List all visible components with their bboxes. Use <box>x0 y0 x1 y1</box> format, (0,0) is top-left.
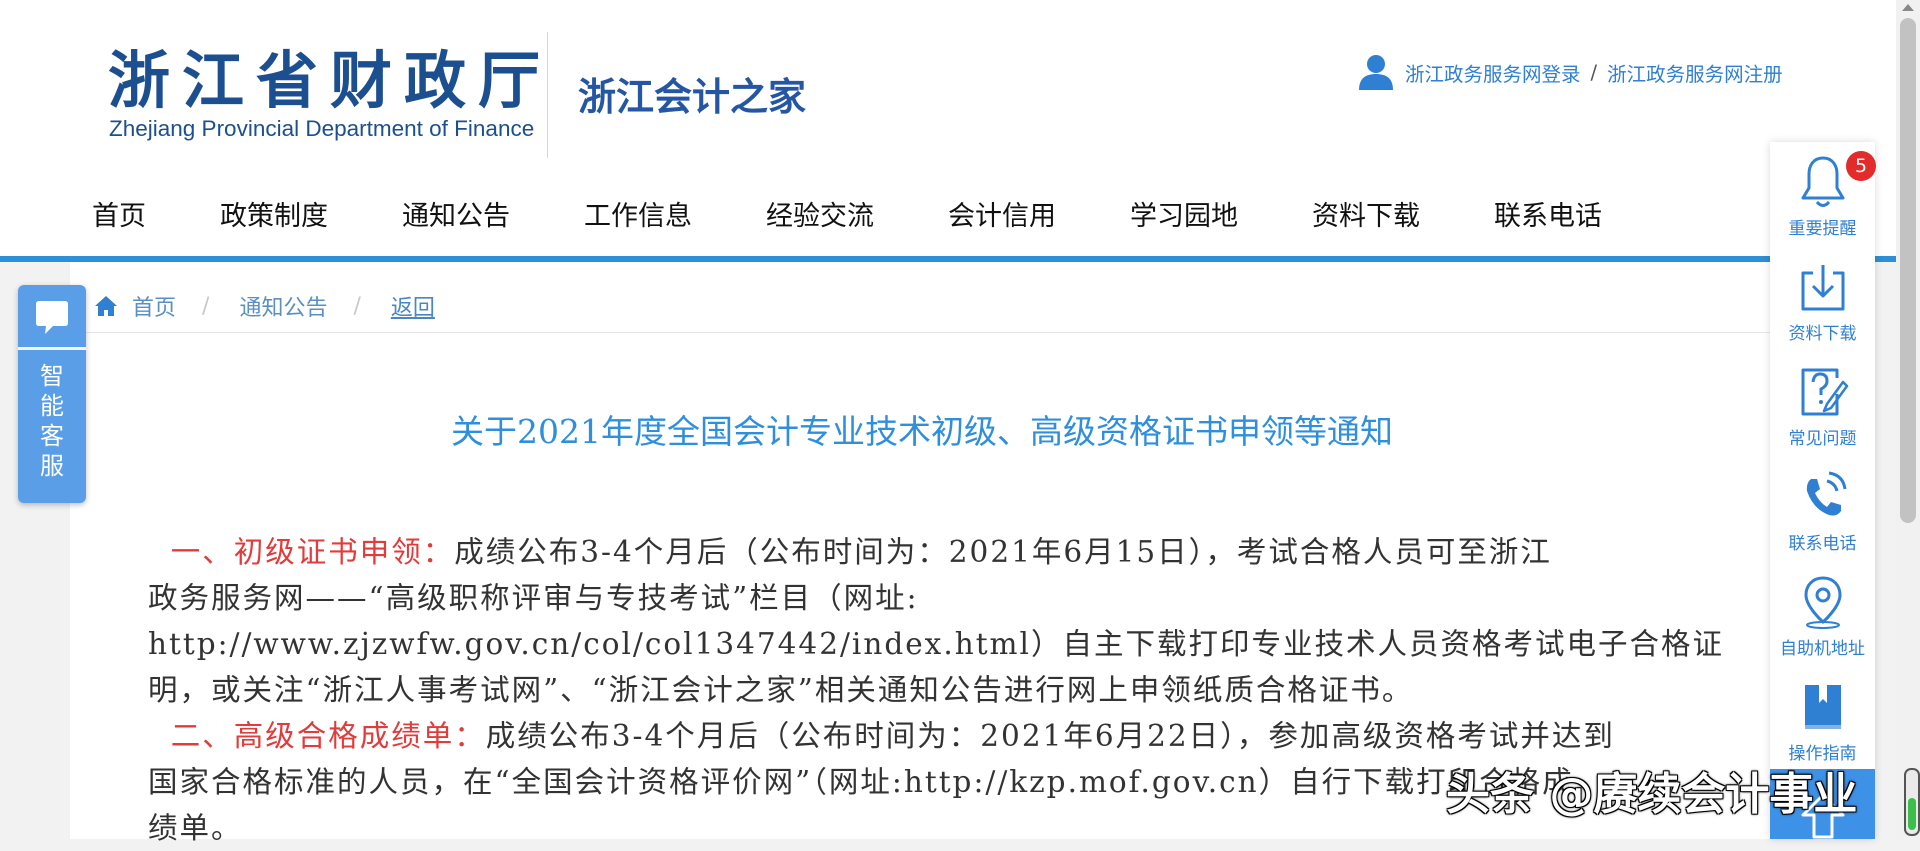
toolbar-item-phone[interactable]: 联系电话 <box>1770 457 1875 561</box>
location-pin-icon <box>1804 576 1842 629</box>
logo-english: Zhejiang Provincial Department of Financ… <box>109 116 535 141</box>
toolbar-item-kiosk-address[interactable]: 自助机地址 <box>1770 562 1875 666</box>
page-scrollbar[interactable] <box>1896 0 1920 839</box>
toolbar-item-label: 资料下载 <box>1788 324 1857 344</box>
section-heading: 一、初级证书申领： <box>170 535 455 569</box>
site-logo[interactable]: 浙江省财政厅 Zhejiang Provincial Department of… <box>108 44 540 152</box>
service-tab-divider <box>18 347 86 350</box>
login-link[interactable]: 浙江政务服务网登录 <box>1405 58 1581 87</box>
scroll-up-arrow[interactable] <box>1902 4 1914 11</box>
toolbar-item-guide[interactable]: 操作指南 <box>1770 667 1875 771</box>
service-tab-char: 服 <box>40 452 64 480</box>
toolbar-item-reminders[interactable]: 5 重要提醒 <box>1770 142 1876 246</box>
nav-item-home[interactable]: 首页 <box>92 194 146 233</box>
logo-divider <box>547 32 548 158</box>
register-link[interactable]: 浙江政务服务网注册 <box>1607 58 1783 87</box>
nav-item-downloads[interactable]: 资料下载 <box>1312 194 1420 233</box>
service-tab-char: 智 <box>40 362 64 390</box>
quick-toolbar: 5 重要提醒 资料下载 常见问题 联系电话 自助机地址 操作指南 <box>1770 142 1876 839</box>
nav-item-policy[interactable]: 政策制度 <box>220 194 328 233</box>
speed-indicator-fill <box>1908 798 1916 830</box>
breadcrumb-home[interactable]: 首页 <box>132 290 176 322</box>
phone-icon <box>1806 471 1847 516</box>
service-tab-char: 客 <box>40 422 64 450</box>
nav-item-work-info[interactable]: 工作信息 <box>584 194 692 233</box>
breadcrumb: 首页 / 通知公告 / 返回 <box>94 290 435 322</box>
bell-icon <box>1801 156 1845 207</box>
service-tab-char: 能 <box>40 392 64 420</box>
paragraph-line: http://www.zjzwfw.gov.cn/col/col1347442/… <box>148 627 1724 661</box>
breadcrumb-section[interactable]: 通知公告 <box>239 290 327 322</box>
breadcrumb-bar: 首页 / 通知公告 / 返回 <box>70 262 1774 333</box>
service-tab-label: 智 能 客 服 <box>18 361 86 481</box>
nav-item-experience[interactable]: 经验交流 <box>766 194 874 233</box>
nav-item-credit[interactable]: 会计信用 <box>948 194 1056 233</box>
article-panel: 首页 / 通知公告 / 返回 关于2021年度全国会计专业技术初级、高级资格证书… <box>70 262 1774 845</box>
toolbar-item-label: 联系电话 <box>1788 534 1857 554</box>
scrollbar-thumb[interactable] <box>1900 18 1916 523</box>
site-header: 浙江省财政厅 Zhejiang Provincial Department of… <box>0 0 1896 256</box>
section-heading: 二、高级合格成绩单： <box>170 719 486 753</box>
notification-badge: 5 <box>1846 151 1876 181</box>
smart-service-tab[interactable]: 智 能 客 服 <box>18 285 86 503</box>
user-links: 浙江政务服务网登录 / 浙江政务服务网注册 <box>1357 52 1783 92</box>
main-nav: 首页 政策制度 通知公告 工作信息 经验交流 会计信用 学习园地 资料下载 联系… <box>92 194 1676 233</box>
toolbar-item-label: 常见问题 <box>1788 429 1857 449</box>
paragraph-line: 明，或关注“浙江人事考试网”、“浙江会计之家”相关通知公告进行网上申领纸质合格证… <box>148 673 1414 707</box>
download-icon <box>1801 265 1845 311</box>
bookmark-icon <box>1805 685 1841 729</box>
toolbar-item-label: 重要提醒 <box>1788 219 1857 239</box>
nav-item-learning[interactable]: 学习园地 <box>1130 194 1238 233</box>
breadcrumb-separator: / <box>353 293 361 319</box>
watermark: 头条 @赓续会计事业 <box>1446 769 1858 820</box>
nav-item-notices[interactable]: 通知公告 <box>402 194 510 233</box>
article-title: 关于2021年度全国会计专业技术初级、高级资格证书申领等通知 <box>451 412 1393 451</box>
paragraph-line: 二、高级合格成绩单：成绩公布3-4个月后（公布时间为：2021年6月22日），参… <box>148 713 1818 759</box>
link-separator: / <box>1590 60 1598 84</box>
paragraph-text: 成绩公布3-4个月后（公布时间为：2021年6月15日），考试合格人员可至浙江 <box>454 535 1552 569</box>
home-icon[interactable] <box>94 295 118 317</box>
toolbar-item-downloads[interactable]: 资料下载 <box>1770 247 1875 351</box>
paragraph-text: 成绩公布3-4个月后（公布时间为：2021年6月22日），参加高级资格考试并达到 <box>485 719 1615 753</box>
nav-item-contact[interactable]: 联系电话 <box>1494 194 1602 233</box>
back-link[interactable]: 返回 <box>391 290 435 322</box>
question-icon <box>1801 368 1849 416</box>
paragraph-line: 一、初级证书申领：成绩公布3-4个月后（公布时间为：2021年6月15日），考试… <box>148 529 1818 575</box>
breadcrumb-separator: / <box>202 293 210 319</box>
toolbar-item-faq[interactable]: 常见问题 <box>1770 352 1875 456</box>
speed-indicator <box>1904 768 1920 836</box>
toolbar-item-label: 自助机地址 <box>1780 639 1865 659</box>
chat-bubble-icon <box>36 301 68 334</box>
site-subtitle: 浙江会计之家 <box>578 75 807 119</box>
user-icon <box>1359 55 1393 90</box>
paragraph-line: 政务服务网——“高级职称评审与专技考试”栏目（网址: <box>148 581 919 615</box>
logo-chinese: 浙江省财政厅 <box>108 44 553 117</box>
